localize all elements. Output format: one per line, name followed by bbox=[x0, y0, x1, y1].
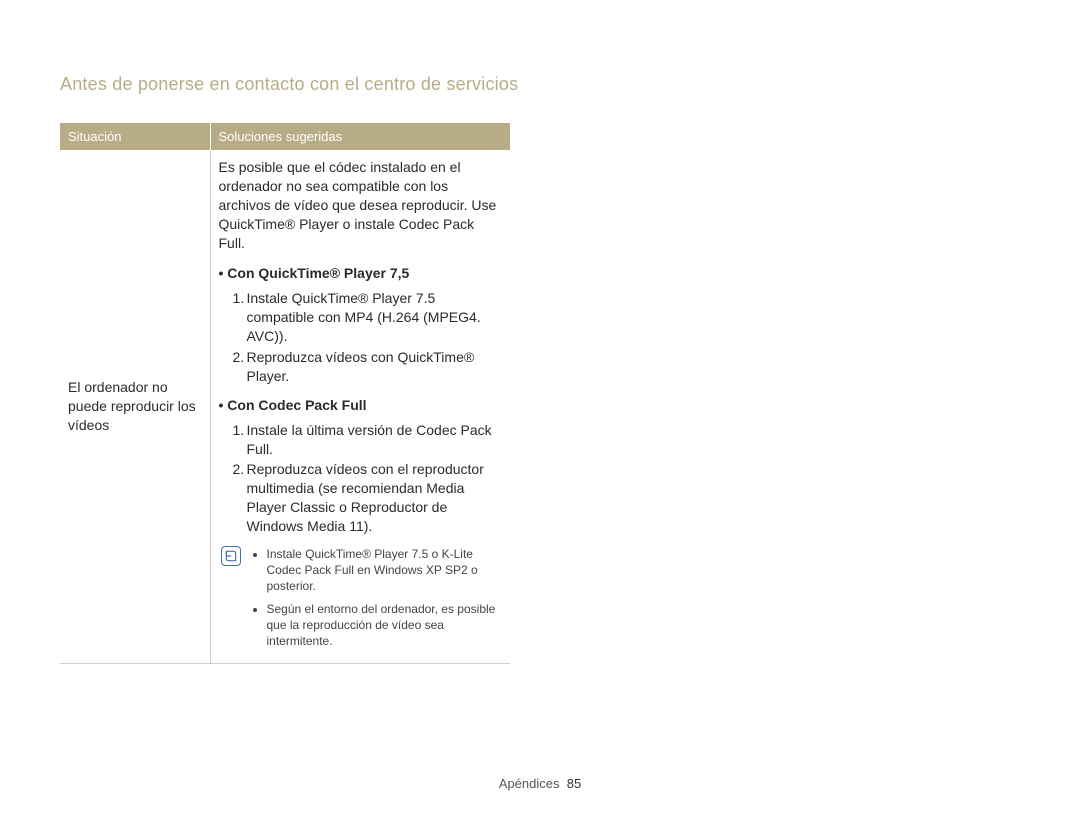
list-text: Reproduzca vídeos con el reproductor mul… bbox=[247, 461, 484, 534]
cell-situation: El ordenador no puede reproducir los víd… bbox=[60, 150, 210, 664]
list-text: Reproduzca vídeos con QuickTime® Player. bbox=[247, 349, 475, 384]
section2-list: 1.Instale la última versión de Codec Pac… bbox=[219, 421, 503, 536]
section1-heading: • Con QuickTime® Player 7,5 bbox=[219, 264, 503, 283]
table-row: El ordenador no puede reproducir los víd… bbox=[60, 150, 510, 664]
section1-list: 1.Instale QuickTime® Player 7.5 compatib… bbox=[219, 289, 503, 385]
page-title: Antes de ponerse en contacto con el cent… bbox=[60, 74, 1020, 95]
list-number: 2. bbox=[233, 348, 245, 367]
header-situation: Situación bbox=[60, 123, 210, 150]
cell-solution: Es posible que el códec instalado en el … bbox=[210, 150, 510, 664]
troubleshooting-table: Situación Soluciones sugeridas El ordena… bbox=[60, 123, 510, 664]
footer-page-number: 85 bbox=[567, 776, 581, 791]
list-item: 2.Reproduzca vídeos con QuickTime® Playe… bbox=[233, 348, 503, 386]
footer-section: Apéndices bbox=[499, 776, 560, 791]
document-page: Antes de ponerse en contacto con el cent… bbox=[0, 0, 1080, 815]
list-item: 1.Instale la última versión de Codec Pac… bbox=[233, 421, 503, 459]
list-item: 2.Reproduzca vídeos con el reproductor m… bbox=[233, 460, 503, 536]
list-number: 2. bbox=[233, 460, 245, 479]
note-row: Instale QuickTime® Player 7.5 o K-Lite C… bbox=[219, 546, 503, 655]
list-text: Instale QuickTime® Player 7.5 compatible… bbox=[247, 290, 481, 344]
list-text: Instale la última versión de Codec Pack … bbox=[247, 422, 492, 457]
list-number: 1. bbox=[233, 421, 245, 440]
solution-intro: Es posible que el códec instalado en el … bbox=[219, 158, 503, 252]
note-list: Instale QuickTime® Player 7.5 o K-Lite C… bbox=[251, 546, 503, 655]
list-item: 1.Instale QuickTime® Player 7.5 compatib… bbox=[233, 289, 503, 346]
note-item: Instale QuickTime® Player 7.5 o K-Lite C… bbox=[267, 546, 503, 595]
header-solution: Soluciones sugeridas bbox=[210, 123, 510, 150]
table-header-row: Situación Soluciones sugeridas bbox=[60, 123, 510, 150]
page-footer: Apéndices 85 bbox=[0, 776, 1080, 791]
note-icon bbox=[221, 546, 241, 566]
solution-block: Es posible que el códec instalado en el … bbox=[219, 158, 503, 655]
list-number: 1. bbox=[233, 289, 245, 308]
note-item: Según el entorno del ordenador, es posib… bbox=[267, 601, 503, 650]
section2-heading: • Con Codec Pack Full bbox=[219, 396, 503, 415]
